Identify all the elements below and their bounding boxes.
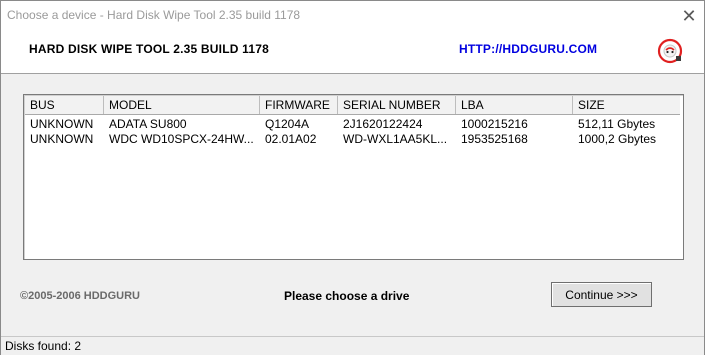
table-header: BUS MODEL FIRMWARE SERIAL NUMBER LBA SIZ… [25, 96, 680, 115]
cell-lba: 1000215216 [461, 117, 528, 131]
hddguru-logo-icon [657, 38, 683, 64]
cell-model: WDC WD10SPCX-24HW... [109, 132, 254, 146]
column-header-firmware[interactable]: FIRMWARE [260, 96, 338, 114]
continue-button[interactable]: Continue >>> [551, 282, 652, 307]
cell-size: 512,11 Gbytes [578, 117, 656, 131]
title-bar: Choose a device - Hard Disk Wipe Tool 2.… [1, 1, 704, 31]
disks-found-status: Disks found: 2 [5, 339, 82, 353]
app-header: HARD DISK WIPE TOOL 2.35 BUILD 1178 HTTP… [1, 31, 704, 74]
choose-drive-prompt: Please choose a drive [284, 289, 410, 303]
cell-bus: UNKNOWN [30, 132, 94, 146]
column-header-bus[interactable]: BUS [25, 96, 104, 114]
window-title: Choose a device - Hard Disk Wipe Tool 2.… [7, 8, 301, 22]
cell-firmware: Q1204A [265, 117, 310, 131]
hddguru-link[interactable]: HTTP://HDDGURU.COM [459, 42, 597, 56]
cell-bus: UNKNOWN [30, 117, 94, 131]
column-header-lba[interactable]: LBA [456, 96, 573, 114]
cell-firmware: 02.01A02 [265, 132, 317, 146]
copyright-text: ©2005-2006 HDDGURU [20, 290, 140, 302]
cell-lba: 1953525168 [461, 132, 528, 146]
close-icon[interactable]: ✕ [674, 1, 704, 31]
app-title: HARD DISK WIPE TOOL 2.35 BUILD 1178 [29, 42, 269, 56]
column-header-model[interactable]: MODEL [104, 96, 260, 114]
drive-list[interactable]: BUS MODEL FIRMWARE SERIAL NUMBER LBA SIZ… [23, 94, 684, 260]
column-header-size[interactable]: SIZE [573, 96, 680, 114]
table-row[interactable]: UNKNOWN ADATA SU800 Q1204A 2J1620122424 … [25, 116, 680, 132]
table-row[interactable]: UNKNOWN WDC WD10SPCX-24HW... 02.01A02 WD… [25, 131, 680, 147]
device-chooser-window: Choose a device - Hard Disk Wipe Tool 2.… [0, 0, 705, 355]
status-bar: Disks found: 2 [1, 336, 704, 355]
column-header-serial-number[interactable]: SERIAL NUMBER [338, 96, 456, 114]
cell-size: 1000,2 Gbytes [578, 132, 657, 146]
cell-model: ADATA SU800 [109, 117, 187, 131]
cell-serial-number: 2J1620122424 [343, 117, 423, 131]
cell-serial-number: WD-WXL1AA5KL... [343, 132, 448, 146]
